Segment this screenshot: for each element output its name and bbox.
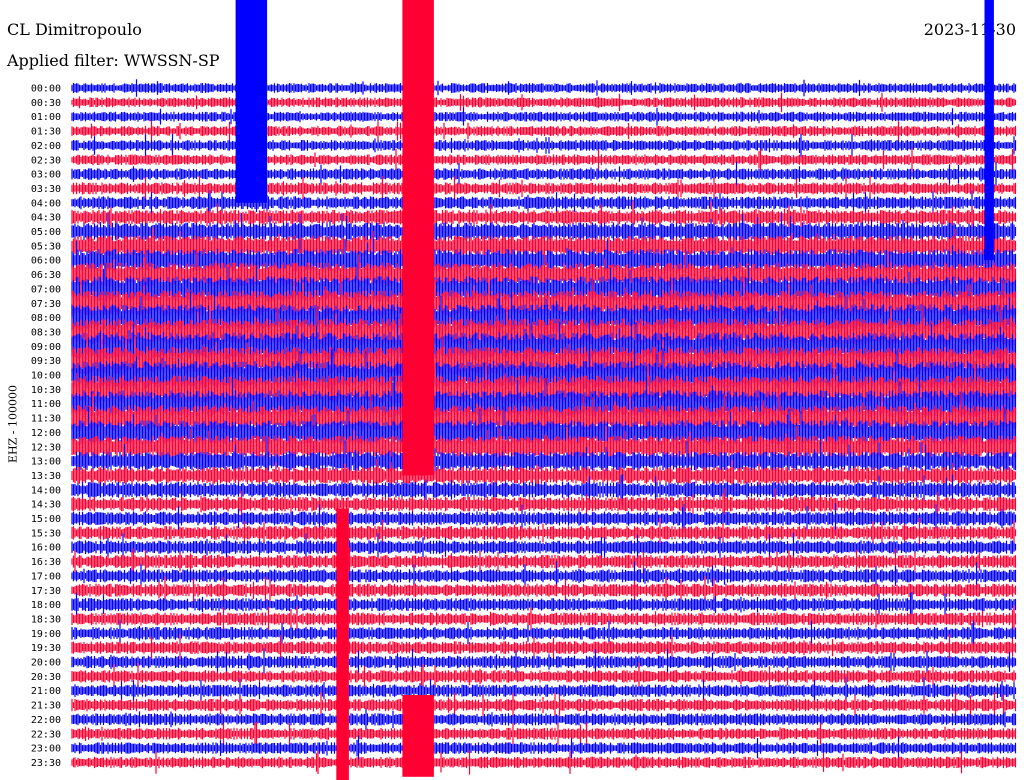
time-label: 02:30 — [31, 155, 61, 166]
event-mark — [235, 0, 268, 203]
time-label: 09:30 — [31, 356, 61, 367]
time-label: 12:30 — [31, 442, 61, 453]
time-label: 03:00 — [31, 170, 61, 181]
time-label: 10:30 — [31, 385, 61, 396]
event-mark — [402, 695, 434, 777]
trace-line — [71, 107, 1017, 126]
time-label: 15:00 — [31, 514, 61, 525]
time-label: 11:00 — [31, 399, 61, 410]
time-label: 01:30 — [31, 127, 61, 138]
time-label: 13:00 — [31, 457, 61, 468]
time-label: 19:00 — [31, 629, 61, 640]
event-mark — [336, 508, 349, 780]
time-label: 17:30 — [31, 586, 61, 597]
time-label: 08:30 — [31, 327, 61, 338]
event-mark — [984, 0, 994, 261]
time-label: 12:00 — [31, 428, 61, 439]
time-label: 10:00 — [31, 371, 61, 382]
time-label: 00:30 — [31, 98, 61, 109]
time-label: 07:30 — [31, 299, 61, 310]
time-label: 04:00 — [31, 198, 61, 209]
time-label: 21:00 — [31, 686, 61, 697]
time-label: 17:00 — [31, 571, 61, 582]
time-label: 14:30 — [31, 500, 61, 511]
time-label-layer: 00:00 00:30 01:00 01:30 02:00 02:30 03:00 03:30… — [31, 84, 61, 769]
time-label: 22:30 — [31, 729, 61, 740]
time-label: 06:30 — [31, 270, 61, 281]
trace-line — [71, 120, 1017, 142]
time-label: 06:00 — [31, 256, 61, 267]
time-label: 18:30 — [31, 614, 61, 625]
trace-line — [71, 79, 1017, 97]
time-label: 14:00 — [31, 485, 61, 496]
time-label: 20:30 — [31, 672, 61, 683]
helicorder-plot: 00:00 00:30 01:00 01:30 02:00 02:30 03:00 03:30… — [31, 0, 1017, 780]
time-label: 08:00 — [31, 313, 61, 324]
time-label: 01:00 — [31, 112, 61, 123]
trace-line — [71, 148, 1017, 172]
time-label: 07:00 — [31, 284, 61, 295]
time-label: 02:00 — [31, 141, 61, 152]
time-label: 00:00 — [31, 84, 61, 95]
time-label: 05:00 — [31, 227, 61, 238]
time-label: 20:00 — [31, 658, 61, 669]
trace-line — [71, 750, 1017, 775]
time-label: 22:00 — [31, 715, 61, 726]
time-label: 03:30 — [31, 184, 61, 195]
time-label: 04:30 — [31, 213, 61, 224]
time-label: 16:00 — [31, 543, 61, 554]
time-label: 21:30 — [31, 701, 61, 712]
trace-line — [71, 721, 1017, 746]
trace-line — [71, 133, 1017, 157]
time-label: 18:00 — [31, 600, 61, 611]
time-label: 16:30 — [31, 557, 61, 568]
time-label: 23:00 — [31, 744, 61, 755]
time-label: 09:00 — [31, 342, 61, 353]
time-label: 13:30 — [31, 471, 61, 482]
time-label: 15:30 — [31, 528, 61, 539]
trace-line — [71, 92, 1017, 113]
trace-layer — [71, 79, 1017, 775]
time-label: 23:30 — [31, 758, 61, 769]
event-mark — [402, 0, 434, 476]
time-label: 19:30 — [31, 643, 61, 654]
time-label: 11:30 — [31, 414, 61, 425]
time-label: 05:30 — [31, 241, 61, 252]
trace-line — [71, 708, 1017, 731]
